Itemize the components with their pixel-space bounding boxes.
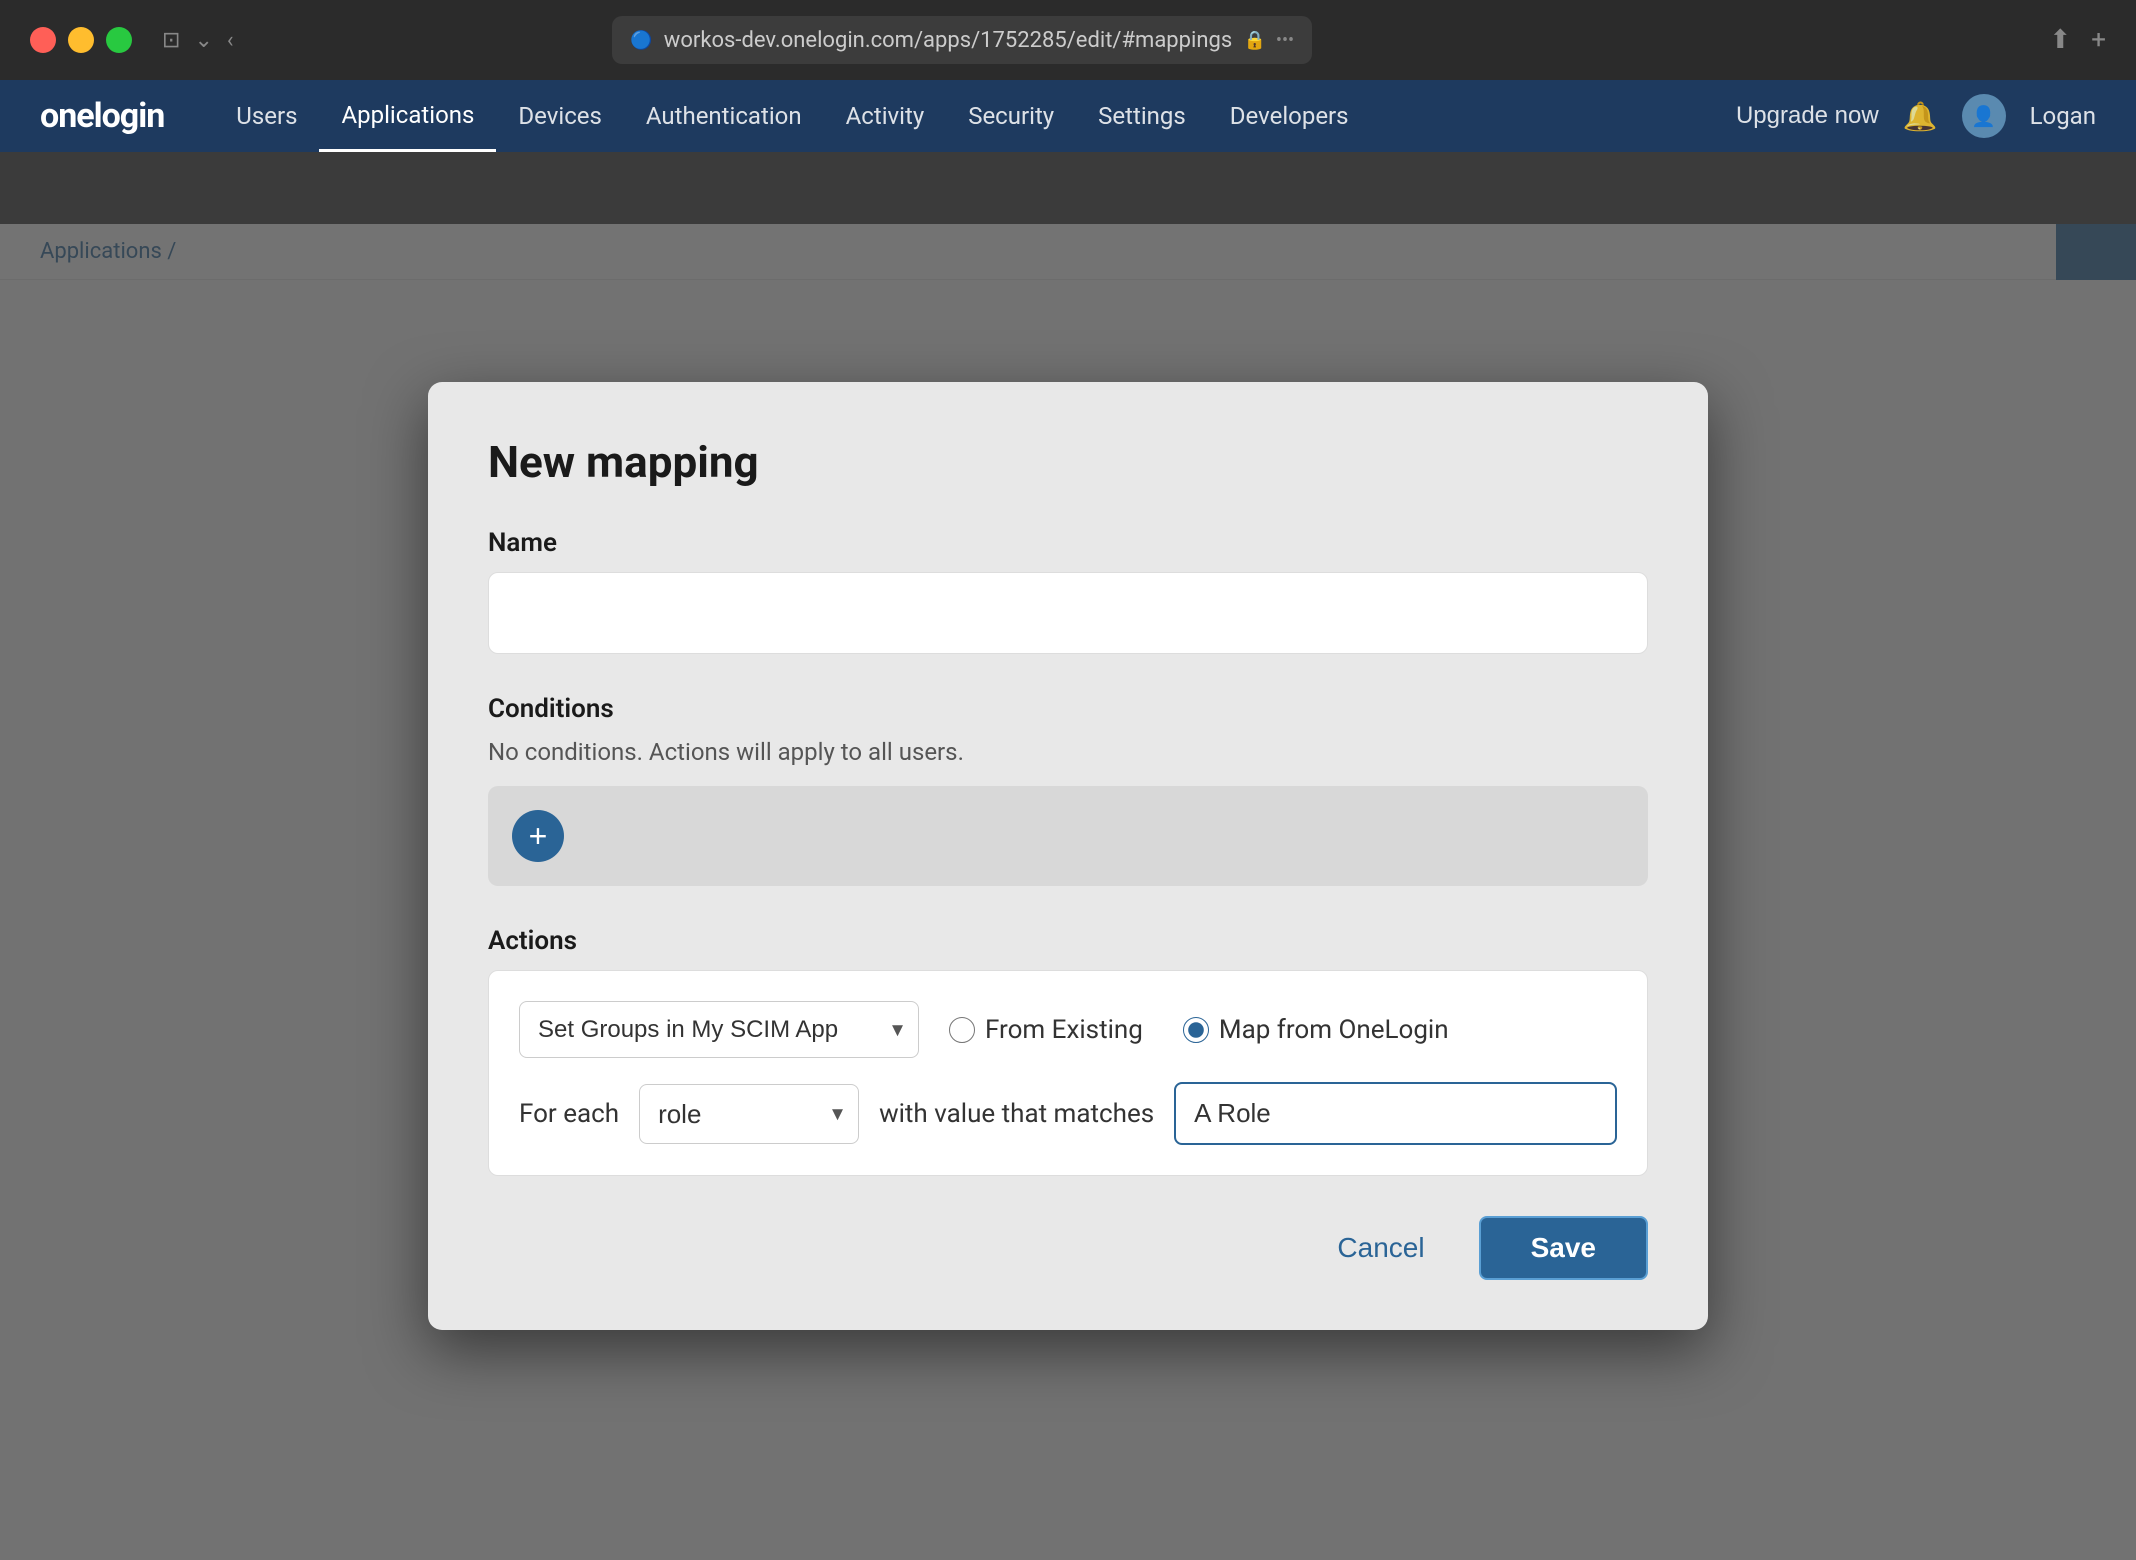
conditions-section: Conditions No conditions. Actions will a… bbox=[488, 694, 1648, 886]
traffic-lights bbox=[30, 27, 132, 53]
actions-section: Actions Set Groups in My SCIM App ▾ From… bbox=[488, 926, 1648, 1176]
modal-footer: Cancel Save bbox=[488, 1216, 1648, 1280]
share-icon[interactable]: ⬆ bbox=[2049, 25, 2071, 55]
user-name: Logan bbox=[2030, 102, 2096, 130]
modal: New mapping Name Conditions No condition… bbox=[428, 382, 1708, 1330]
nav-item-devices[interactable]: Devices bbox=[496, 80, 623, 152]
radio-from-existing-label[interactable]: From Existing bbox=[949, 1015, 1143, 1045]
chevron-down-icon[interactable]: ⌄ bbox=[194, 28, 212, 53]
save-button[interactable]: Save bbox=[1479, 1216, 1648, 1280]
conditions-box: + bbox=[488, 786, 1648, 886]
nav-bar: onelogin Users Applications Devices Auth… bbox=[0, 80, 2136, 152]
close-button[interactable] bbox=[30, 27, 56, 53]
radio-from-existing-text: From Existing bbox=[985, 1015, 1143, 1045]
value-input[interactable] bbox=[1174, 1082, 1617, 1145]
modal-title: New mapping bbox=[488, 436, 1648, 488]
conditions-description: No conditions. Actions will apply to all… bbox=[488, 738, 1648, 766]
title-bar-right: ⬆ + bbox=[2049, 25, 2106, 55]
actions-row-1: Set Groups in My SCIM App ▾ From Existin… bbox=[519, 1001, 1617, 1058]
add-condition-button[interactable]: + bbox=[512, 810, 564, 862]
title-bar-icons: ⊡ ⌄ ‹ bbox=[162, 28, 233, 53]
tab-favicon: 🔵 bbox=[630, 30, 652, 51]
actions-row-2: For each role ▾ with value that matches bbox=[519, 1082, 1617, 1145]
maximize-button[interactable] bbox=[106, 27, 132, 53]
nav-item-settings[interactable]: Settings bbox=[1076, 80, 1208, 152]
with-value-label: with value that matches bbox=[879, 1099, 1154, 1129]
nav-item-security[interactable]: Security bbox=[946, 80, 1076, 152]
name-field bbox=[488, 572, 1648, 654]
action-select[interactable]: Set Groups in My SCIM App bbox=[519, 1001, 919, 1058]
actions-label: Actions bbox=[488, 926, 1648, 956]
bell-icon[interactable]: 🔔 bbox=[1903, 100, 1938, 133]
role-select-wrapper: role ▾ bbox=[639, 1084, 859, 1144]
actions-box: Set Groups in My SCIM App ▾ From Existin… bbox=[488, 970, 1648, 1176]
nav-item-developers[interactable]: Developers bbox=[1208, 80, 1371, 152]
radio-map-from-label[interactable]: Map from OneLogin bbox=[1183, 1015, 1449, 1045]
logo[interactable]: onelogin bbox=[40, 96, 164, 136]
title-bar: ⊡ ⌄ ‹ 🔵 workos-dev.onelogin.com/apps/175… bbox=[0, 0, 2136, 80]
radio-map-from-onelogin[interactable] bbox=[1183, 1017, 1209, 1043]
lock-icon: 🔒 bbox=[1243, 30, 1265, 51]
url-display: workos-dev.onelogin.com/apps/1752285/edi… bbox=[663, 28, 1234, 53]
cancel-button[interactable]: Cancel bbox=[1313, 1218, 1448, 1278]
avatar-icon: 👤 bbox=[1971, 104, 1996, 128]
sidebar-toggle-icon[interactable]: ⊡ bbox=[162, 28, 180, 53]
address-bar[interactable]: 🔵 workos-dev.onelogin.com/apps/1752285/e… bbox=[612, 16, 1312, 64]
radio-group: From Existing Map from OneLogin bbox=[949, 1015, 1449, 1045]
avatar[interactable]: 👤 bbox=[1962, 94, 2006, 138]
conditions-label: Conditions bbox=[488, 694, 1648, 724]
for-each-label: For each bbox=[519, 1099, 619, 1129]
radio-from-existing[interactable] bbox=[949, 1017, 975, 1043]
nav-item-users[interactable]: Users bbox=[214, 80, 319, 152]
new-tab-icon[interactable]: + bbox=[2091, 25, 2106, 55]
plus-icon: + bbox=[529, 818, 548, 855]
logo-text: onelogin bbox=[40, 96, 164, 136]
nav-item-activity[interactable]: Activity bbox=[824, 80, 947, 152]
role-select[interactable]: role bbox=[639, 1084, 859, 1144]
nav-right: Upgrade now 🔔 👤 Logan bbox=[1736, 94, 2096, 138]
action-select-wrapper: Set Groups in My SCIM App ▾ bbox=[519, 1001, 919, 1058]
modal-backdrop: New mapping Name Conditions No condition… bbox=[0, 152, 2136, 1560]
more-icon[interactable]: ••• bbox=[1276, 30, 1294, 51]
nav-item-authentication[interactable]: Authentication bbox=[624, 80, 824, 152]
upgrade-button[interactable]: Upgrade now bbox=[1736, 102, 1879, 130]
name-input[interactable] bbox=[509, 587, 1627, 639]
name-label: Name bbox=[488, 528, 1648, 558]
radio-map-from-text: Map from OneLogin bbox=[1219, 1015, 1449, 1045]
back-icon[interactable]: ‹ bbox=[227, 28, 234, 53]
nav-item-applications[interactable]: Applications bbox=[319, 80, 496, 152]
minimize-button[interactable] bbox=[68, 27, 94, 53]
